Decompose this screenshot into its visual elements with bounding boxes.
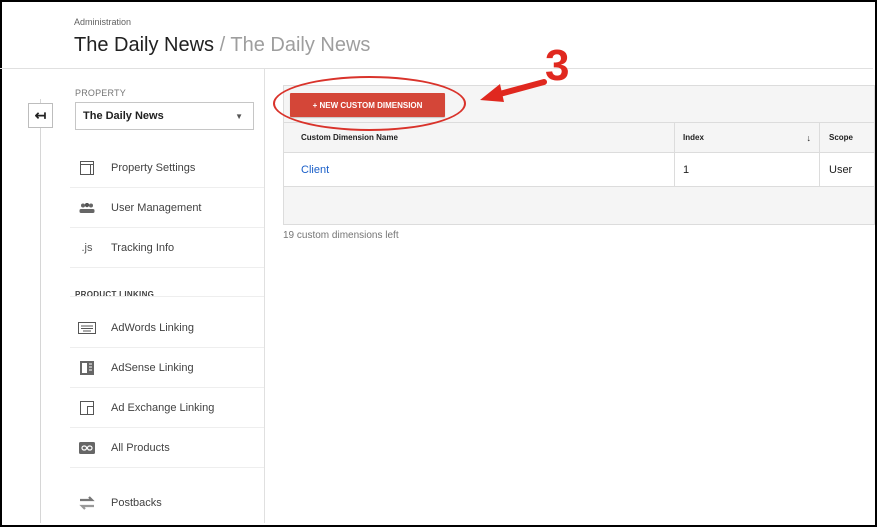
property-select[interactable]: The Daily News ▼ bbox=[75, 102, 254, 130]
sidebar-item-label: All Products bbox=[111, 441, 170, 454]
postbacks-icon bbox=[78, 495, 96, 511]
dimension-scope-cell: User bbox=[829, 163, 853, 176]
dimension-name-link[interactable]: Client bbox=[301, 164, 329, 176]
chevron-down-icon: ▼ bbox=[235, 112, 243, 121]
column-header-index-label: Index bbox=[683, 133, 704, 142]
sidebar-item-user-management[interactable]: User Management bbox=[70, 188, 264, 228]
annotation-arrow-icon bbox=[480, 79, 547, 102]
adsense-icon bbox=[78, 360, 96, 376]
column-header-index[interactable]: Index ↓ bbox=[675, 123, 820, 152]
link-icon bbox=[78, 440, 96, 456]
sidebar-item-property-settings[interactable]: Property Settings bbox=[70, 148, 264, 188]
annotation-highlight-ellipse bbox=[273, 76, 466, 131]
dimensions-remaining-text: 19 custom dimensions left bbox=[283, 230, 399, 241]
section-label-product-linking: PRODUCT LINKING bbox=[75, 290, 155, 299]
sidebar-item-all-products[interactable]: All Products bbox=[70, 428, 264, 468]
sidebar-item-label: Postbacks bbox=[111, 497, 162, 509]
sidebar-item-postbacks[interactable]: Postbacks bbox=[70, 483, 264, 523]
dimension-name-cell: Client bbox=[284, 153, 675, 186]
annotation-step-number: 3 bbox=[545, 41, 570, 90]
rail-divider bbox=[40, 99, 41, 523]
property-label: PROPERTY bbox=[75, 88, 126, 98]
dimension-index-cell: 1 bbox=[675, 153, 820, 186]
sidebar-item-adsense-linking[interactable]: AdSense Linking bbox=[70, 348, 264, 388]
sidebar-item-ad-exchange-linking[interactable]: Ad Exchange Linking bbox=[70, 388, 264, 428]
admin-label: Administration bbox=[74, 17, 132, 27]
sidebar-item-label: Property Settings bbox=[111, 161, 196, 174]
sidebar-item-label: AdWords Linking bbox=[111, 321, 194, 334]
sidebar-item-label: Ad Exchange Linking bbox=[111, 401, 215, 414]
js-icon: .js bbox=[81, 241, 93, 254]
sidebar-item-label: AdSense Linking bbox=[111, 361, 194, 374]
window-icon bbox=[78, 160, 96, 176]
property-select-value: The Daily News bbox=[83, 110, 164, 122]
title-main: The Daily News bbox=[74, 34, 215, 56]
sort-arrow-down-icon: ↓ bbox=[806, 132, 812, 143]
column-header-scope[interactable]: Scope bbox=[820, 123, 876, 152]
custom-dimensions-table: Custom Dimension Name Index ↓ Scope Clie… bbox=[283, 123, 875, 225]
back-arrow-icon: ↤ bbox=[34, 107, 47, 123]
section-divider bbox=[70, 296, 264, 297]
ad-exchange-icon bbox=[78, 400, 96, 416]
back-button[interactable]: ↤ bbox=[28, 103, 53, 128]
sidebar-item-label: Tracking Info bbox=[111, 241, 175, 254]
sidebar-item-tracking-info[interactable]: .js Tracking Info bbox=[70, 228, 264, 268]
sidebar-item-adwords-linking[interactable]: AdWords Linking bbox=[70, 308, 264, 348]
sidebar-item-label: User Management bbox=[111, 201, 202, 214]
table-footer bbox=[283, 187, 875, 225]
sidebar: PROPERTY The Daily News ▼ Property Setti… bbox=[66, 69, 265, 523]
page-title: The Daily News / The Daily News bbox=[74, 34, 370, 57]
page-header: Administration The Daily News / The Dail… bbox=[0, 0, 873, 69]
keyboard-icon bbox=[78, 320, 96, 336]
table-row: Client 1 User bbox=[283, 153, 875, 187]
title-sub: / The Daily News bbox=[219, 34, 371, 56]
users-icon bbox=[78, 200, 96, 216]
